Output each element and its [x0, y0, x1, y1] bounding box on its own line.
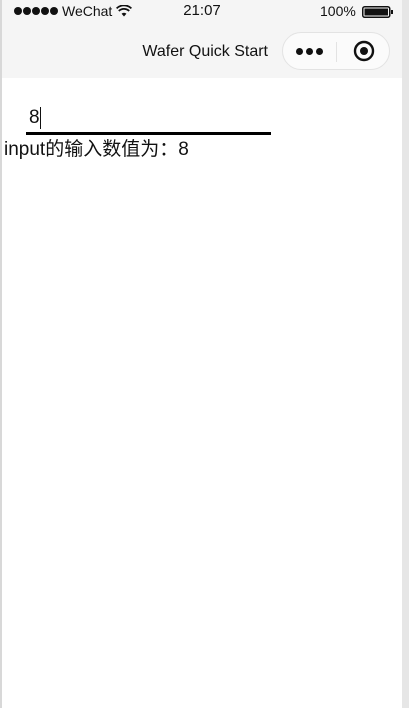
number-input[interactable]: [26, 104, 271, 135]
menu-capsule: [282, 32, 390, 70]
output-text: input的输入数值为：8: [4, 138, 189, 162]
more-button[interactable]: [283, 33, 336, 69]
status-bar: WeChat 21:07 100%: [2, 0, 402, 24]
battery-icon: [362, 6, 393, 18]
navigation-bar: Wafer Quick Start: [2, 24, 402, 78]
close-button[interactable]: [337, 33, 390, 69]
page-title: Wafer Quick Start: [142, 43, 268, 60]
text-cursor: [40, 107, 41, 129]
output-value: 8: [178, 139, 189, 160]
battery-percentage: 100%: [320, 3, 356, 19]
output-label: input的输入数值为：: [4, 139, 179, 160]
record-circle-icon: [353, 40, 374, 62]
page-content: input的输入数值为：8: [2, 78, 402, 708]
phone-screen: WeChat 21:07 100% Wafer Quick Start 8 in…: [0, 0, 402, 708]
more-dots-icon: [296, 47, 323, 55]
